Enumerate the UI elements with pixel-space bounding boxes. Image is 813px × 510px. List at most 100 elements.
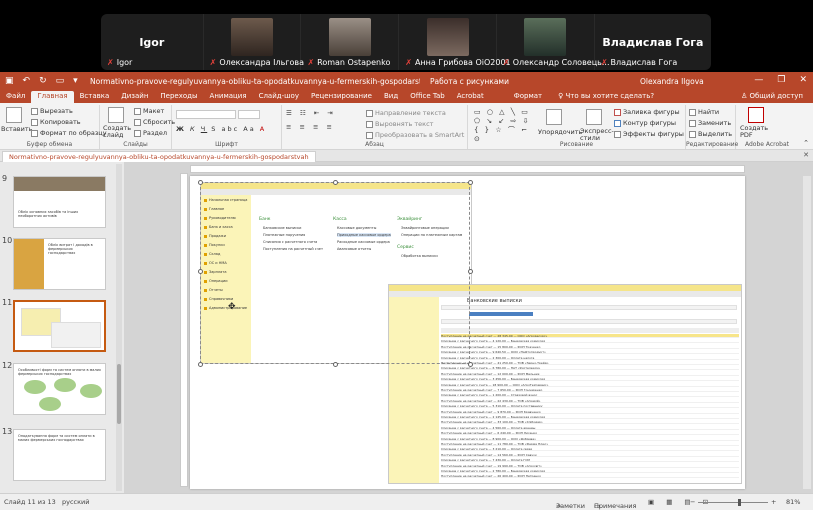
align-text-button[interactable]: Выровнять текст: [366, 120, 433, 128]
tab-transitions[interactable]: Переходы: [154, 91, 203, 103]
new-slide-button[interactable]: Создать слайд: [103, 124, 133, 139]
table-row[interactable]: Списание с расчетного счета — 3 456,00 —…: [441, 377, 739, 382]
table-row[interactable]: Поступление на расчетный счет — 15 800,0…: [441, 345, 739, 349]
slide-thumbnail[interactable]: Облік витрат і доходів в фермерських гос…: [13, 238, 106, 290]
shape-outline-button[interactable]: Контур фигуры: [614, 119, 676, 127]
font-size-field[interactable]: [238, 110, 260, 119]
zoom-slider-thumb[interactable]: [738, 499, 741, 506]
table-row[interactable]: Поступление на расчетный счет — 33 100,0…: [441, 420, 739, 425]
tab-slideshow[interactable]: Слайд-шоу: [253, 91, 305, 103]
italic-button[interactable]: К: [190, 125, 197, 133]
text-direction-button[interactable]: Направление текста: [366, 109, 446, 117]
scroll-thumb[interactable]: [117, 364, 121, 424]
char-spacing-button[interactable]: abc: [222, 125, 240, 133]
current-slide[interactable]: Начальная страница Главное Руководителю …: [190, 176, 745, 489]
slide-thumbnail-selected[interactable]: [13, 300, 106, 352]
table-row[interactable]: Поступление на расчетный счет — 28 345,0…: [441, 334, 739, 338]
tab-view[interactable]: Вид: [378, 91, 404, 103]
table-row[interactable]: Поступление на расчетный счет — 6 240,00…: [441, 431, 739, 436]
paste-button[interactable]: Вставить: [1, 125, 32, 133]
tab-animations[interactable]: Анимация: [204, 91, 253, 103]
restore-icon[interactable]: ❐: [777, 75, 785, 85]
reset-button[interactable]: Сбросить: [134, 118, 175, 126]
tab-acrobat[interactable]: Acrobat: [451, 91, 490, 103]
tab-insert[interactable]: Вставка: [74, 91, 116, 103]
layout-button[interactable]: Макет: [134, 107, 164, 115]
resize-handle[interactable]: [333, 362, 338, 367]
smartart-button[interactable]: Преобразовать в SmartArt: [366, 131, 464, 139]
table-row[interactable]: Поступление на расчетный счет — 11 780,0…: [441, 442, 739, 446]
resize-handle[interactable]: [333, 180, 338, 185]
zoom-out-button[interactable]: −: [690, 498, 695, 506]
resize-handle[interactable]: [468, 269, 473, 274]
customize-toolbar-icon[interactable]: ▾: [73, 76, 78, 86]
collapse-ribbon-icon[interactable]: ⌃: [803, 139, 809, 147]
zoom-slider[interactable]: [698, 499, 768, 506]
table-row[interactable]: Списание с расчетного счета — 1 200,00 —…: [441, 393, 739, 398]
tab-office-tab[interactable]: Office Tab: [404, 91, 451, 103]
table-row[interactable]: Поступление на расчетный счет — 41 250,0…: [441, 361, 739, 365]
replace-button[interactable]: Заменить: [689, 119, 731, 127]
find-button[interactable]: Найти: [689, 108, 719, 116]
resize-handle[interactable]: [198, 362, 203, 367]
table-row[interactable]: Поступление на расчетный счет — 12 000,0…: [441, 372, 739, 376]
change-case-button[interactable]: Aa: [243, 125, 255, 133]
table-row[interactable]: Списание с расчетного счета — 2 300,00 —…: [441, 356, 739, 360]
table-row[interactable]: Списание с расчетного счета — 6 780,00 —…: [441, 366, 739, 371]
save-icon[interactable]: ▣: [5, 76, 14, 86]
bold-button[interactable]: Ж: [176, 125, 186, 133]
table-row[interactable]: Списание с расчетного счета — 4 120,00 —…: [441, 339, 739, 344]
table-row[interactable]: Списание с расчетного счета — 2 145,00 —…: [441, 415, 739, 419]
tab-home[interactable]: Главная: [31, 91, 74, 103]
align-buttons[interactable]: ≡ ≡ ≡ ≡: [286, 123, 335, 131]
participant-tile[interactable]: ✗ Roman Ostapenko: [301, 14, 400, 70]
language-indicator[interactable]: русский: [62, 498, 90, 506]
user-name[interactable]: Olexandra Ilgova: [640, 77, 704, 86]
format-painter-button[interactable]: Формат по образцу: [31, 129, 107, 137]
participant-tile[interactable]: ✗ Олександр Соловець...: [497, 14, 610, 70]
shape-effects-button[interactable]: Эффекты фигуры: [614, 130, 684, 138]
section-button[interactable]: Раздел: [134, 129, 167, 137]
list-buttons[interactable]: ☰ ☷ ⇤ ⇥: [286, 109, 336, 117]
tab-file[interactable]: Файл: [0, 91, 31, 103]
cut-button[interactable]: Вырезать: [31, 107, 73, 115]
minimize-icon[interactable]: —: [754, 75, 763, 85]
slide-thumbnail[interactable]: Оподаткування форм та систем оплати в ма…: [13, 429, 106, 481]
copy-button[interactable]: Копировать: [31, 118, 81, 126]
table-row[interactable]: Списание с расчетного счета — 4 560,00 —…: [441, 426, 739, 430]
resize-handle[interactable]: [468, 362, 473, 367]
table-row[interactable]: Поступление на расчетный счет — 7 650,00…: [441, 388, 739, 392]
arrange-button[interactable]: Упорядочить: [538, 128, 582, 136]
table-row[interactable]: Поступление на расчетный счет — 22 430,0…: [441, 399, 739, 403]
participant-tile[interactable]: ✗ Анна Грибова ОіО2001: [399, 14, 511, 70]
resize-handle[interactable]: [468, 180, 473, 185]
start-slideshow-icon[interactable]: ▭: [56, 76, 65, 86]
font-name-field[interactable]: [176, 110, 236, 119]
table-row[interactable]: Списание с расчетного счета — 5 310,00 —…: [441, 404, 739, 409]
table-row[interactable]: Списание с расчетного счета — 18 900,00 …: [441, 383, 739, 387]
undo-icon[interactable]: ↶: [23, 76, 31, 86]
canvas-vertical-scrollbar[interactable]: [803, 176, 811, 489]
underline-button[interactable]: Ч: [201, 125, 207, 133]
shapes-gallery[interactable]: ▭ ○ △ ╲ ▭ ⬠ ↘ ↙ ⇨ ⇩ { } ☆ ⌒ ⌐ ⊙: [474, 108, 534, 144]
tell-me-box[interactable]: ♀ Что вы хотите сделать?: [558, 91, 654, 103]
document-tab[interactable]: Normativno-pravove-regulyuvannya-obliku-…: [2, 151, 316, 162]
tab-review[interactable]: Рецензирование: [305, 91, 378, 103]
zoom-in-button[interactable]: +: [771, 498, 776, 506]
tab-format[interactable]: Формат: [508, 91, 548, 103]
participant-tile[interactable]: Igor ✗ Igor: [101, 14, 204, 70]
select-button[interactable]: Выделить: [689, 130, 732, 138]
table-row[interactable]: Списание с расчетного счета — 7 430,00 —…: [441, 458, 739, 463]
table-row[interactable]: Списание с расчетного счета — 2 780,00 —…: [441, 469, 739, 473]
create-pdf-button[interactable]: Создать PDF: [740, 124, 768, 139]
thumbnails-scrollbar[interactable]: [116, 164, 122, 491]
font-color-button[interactable]: A: [260, 125, 266, 133]
table-row[interactable]: Поступление на расчетный счет — 14 560,0…: [441, 453, 739, 457]
resize-handle[interactable]: [198, 180, 203, 185]
table-row[interactable]: Списание с расчетного счета — 8 900,00 —…: [441, 437, 739, 441]
table-row[interactable]: Поступление на расчетный счет — 9 870,00…: [441, 410, 739, 414]
participant-tile[interactable]: ✗ Олександра Ільгова: [204, 14, 304, 70]
strikethrough-button[interactable]: S: [211, 125, 217, 133]
table-row[interactable]: Поступление на расчетный счет — 19 990,0…: [441, 464, 739, 468]
table-row[interactable]: Поступление на расчетный счет — 26 400,0…: [441, 474, 739, 479]
